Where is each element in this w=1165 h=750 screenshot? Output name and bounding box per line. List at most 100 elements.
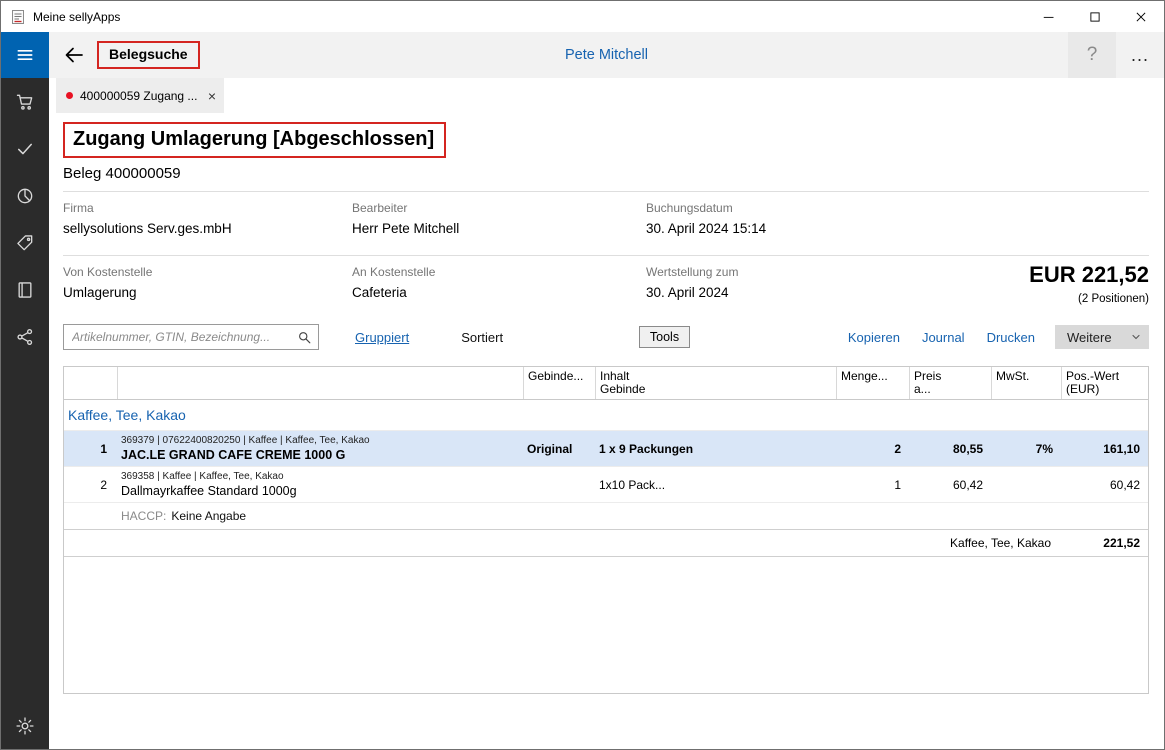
header-description xyxy=(117,367,523,399)
document-content: Zugang Umlagerung [Abgeschlossen] Beleg … xyxy=(49,113,1164,749)
more-options-button[interactable]: ... xyxy=(1116,32,1164,78)
tab-close-icon[interactable]: × xyxy=(208,88,216,104)
pie-chart-icon[interactable] xyxy=(1,172,49,219)
more-actions-label: Weitere xyxy=(1067,330,1130,345)
search-input[interactable] xyxy=(72,330,297,344)
row-description: 369358 | Kaffee | Kaffee, Tee, Kakao Dal… xyxy=(117,471,523,499)
row-inhalt: 1 x 9 Packungen xyxy=(595,442,836,456)
haccp-row: HACCP: Keine Angabe xyxy=(64,502,1148,529)
row-number: 2 xyxy=(64,478,117,492)
sidebar-nav xyxy=(1,32,49,749)
row-preis: 60,42 xyxy=(909,478,991,492)
row-menge: 1 xyxy=(836,478,909,492)
table-row[interactable]: 2 369358 | Kaffee | Kaffee, Tee, Kakao D… xyxy=(64,466,1148,502)
book-icon[interactable] xyxy=(1,266,49,313)
summary-group-label: Kaffee, Tee, Kakao xyxy=(64,536,1061,550)
maximize-button[interactable] xyxy=(1072,1,1118,32)
header-gebinde[interactable]: Gebinde... xyxy=(523,367,595,399)
field-buchungsdatum: Buchungsdatum 30. April 2024 15:14 xyxy=(646,201,1149,236)
tag-icon[interactable] xyxy=(1,219,49,266)
more-actions-dropdown[interactable]: Weitere xyxy=(1055,325,1149,349)
header-mwst[interactable]: MwSt. xyxy=(991,367,1061,399)
share-icon[interactable] xyxy=(1,313,49,360)
items-table: Gebinde... Inhalt Gebinde Menge... Preis… xyxy=(63,366,1149,694)
sidebar-spacer xyxy=(1,360,49,702)
user-name[interactable]: Pete Mitchell xyxy=(565,47,648,63)
cart-icon[interactable] xyxy=(1,78,49,125)
field-an-kostenstelle: An Kostenstelle Cafeteria xyxy=(352,265,646,300)
tab-status-dot-icon xyxy=(66,92,73,99)
back-icon[interactable] xyxy=(62,43,86,67)
field-value: Umlagerung xyxy=(63,285,352,300)
row-pos-wert: 60,42 xyxy=(1061,478,1148,492)
annotation-box-title: Zugang Umlagerung [Abgeschlossen] xyxy=(63,122,446,158)
row-number: 1 xyxy=(64,442,117,456)
field-label: Von Kostenstelle xyxy=(63,265,352,279)
row-meta: 369358 | Kaffee | Kaffee, Tee, Kakao xyxy=(121,471,519,483)
tools-button[interactable]: Tools xyxy=(639,326,690,348)
document-title: Zugang Umlagerung [Abgeschlossen] xyxy=(73,128,434,151)
app-header-bar: Belegsuche Pete Mitchell ? ... xyxy=(49,32,1164,78)
row-product-name: JAC.LE GRAND CAFE CREME 1000 G xyxy=(121,448,519,463)
sorted-toggle[interactable]: Sortiert xyxy=(461,330,503,345)
header-inhalt[interactable]: Inhalt Gebinde xyxy=(595,367,836,399)
info-row-2: Von Kostenstelle Umlagerung An Kostenste… xyxy=(63,256,1149,310)
table-header: Gebinde... Inhalt Gebinde Menge... Preis… xyxy=(64,367,1148,400)
header-menge[interactable]: Menge... xyxy=(836,367,909,399)
tab-label: 400000059 Zugang ... xyxy=(80,89,202,103)
row-gebinde: Original xyxy=(523,442,595,456)
total-amount: EUR 221,52 xyxy=(1029,262,1149,288)
field-bearbeiter: Bearbeiter Herr Pete Mitchell xyxy=(352,201,646,236)
help-button[interactable]: ? xyxy=(1068,32,1116,78)
info-row-1: Firma sellysolutions Serv.ges.mbH Bearbe… xyxy=(63,192,1149,246)
row-pos-wert: 161,10 xyxy=(1061,442,1148,456)
app-icon xyxy=(10,9,26,25)
field-value: Cafeteria xyxy=(352,285,646,300)
row-preis: 80,55 xyxy=(909,442,991,456)
gear-icon[interactable] xyxy=(1,702,49,749)
positions-count: (2 Positionen) xyxy=(1029,293,1149,305)
search-icon[interactable] xyxy=(297,330,312,345)
window-title: Meine sellyApps xyxy=(33,10,1026,24)
window-titlebar: Meine sellyApps xyxy=(1,1,1164,32)
document-total: EUR 221,52 (2 Positionen) xyxy=(1029,262,1149,305)
field-value: 30. April 2024 15:14 xyxy=(646,221,1149,236)
breadcrumb: Belegsuche xyxy=(109,46,188,62)
header-pos-wert[interactable]: Pos.-Wert (EUR) xyxy=(1061,367,1148,399)
hamburger-menu-icon[interactable] xyxy=(1,32,49,78)
header-pos-wert-line2: (EUR) xyxy=(1066,383,1144,396)
table-empty-area xyxy=(64,557,1148,693)
journal-link[interactable]: Journal xyxy=(922,330,965,345)
header-preis-line2: a... xyxy=(914,383,987,396)
close-button[interactable] xyxy=(1118,1,1164,32)
header-inhalt-line2: Gebinde xyxy=(600,383,832,396)
group-summary-row: Kaffee, Tee, Kakao 221,52 xyxy=(64,529,1148,557)
check-icon[interactable] xyxy=(1,125,49,172)
field-label: Firma xyxy=(63,201,352,215)
row-meta: 369379 | 07622400820250 | Kaffee | Kaffe… xyxy=(121,435,519,447)
row-description: 369379 | 07622400820250 | Kaffee | Kaffe… xyxy=(117,435,523,463)
haccp-value: Keine Angabe xyxy=(171,509,246,523)
row-inhalt: 1x10 Pack... xyxy=(595,478,836,492)
copy-link[interactable]: Kopieren xyxy=(848,330,900,345)
field-label: Bearbeiter xyxy=(352,201,646,215)
row-mwst: 7% xyxy=(991,442,1061,456)
items-toolbar: Gruppiert Sortiert Tools Kopieren Journa… xyxy=(63,324,1149,350)
minimize-button[interactable] xyxy=(1026,1,1072,32)
header-number xyxy=(64,367,117,399)
field-value: Herr Pete Mitchell xyxy=(352,221,646,236)
print-link[interactable]: Drucken xyxy=(987,330,1035,345)
field-value: sellysolutions Serv.ges.mbH xyxy=(63,221,352,236)
field-label: Buchungsdatum xyxy=(646,201,1149,215)
table-row[interactable]: 1 369379 | 07622400820250 | Kaffee | Kaf… xyxy=(64,430,1148,466)
chevron-down-icon xyxy=(1130,331,1142,343)
haccp-label: HACCP: xyxy=(121,509,166,523)
tab-document[interactable]: 400000059 Zugang ... × xyxy=(56,78,224,113)
group-header-row[interactable]: Kaffee, Tee, Kakao xyxy=(64,400,1148,430)
document-number: Beleg 400000059 xyxy=(63,165,1149,182)
field-firma: Firma sellysolutions Serv.ges.mbH xyxy=(63,201,352,236)
annotation-box-breadcrumb: Belegsuche xyxy=(97,41,200,69)
header-preis[interactable]: Preis a... xyxy=(909,367,991,399)
grouped-toggle[interactable]: Gruppiert xyxy=(355,330,409,345)
summary-total: 221,52 xyxy=(1061,536,1148,550)
